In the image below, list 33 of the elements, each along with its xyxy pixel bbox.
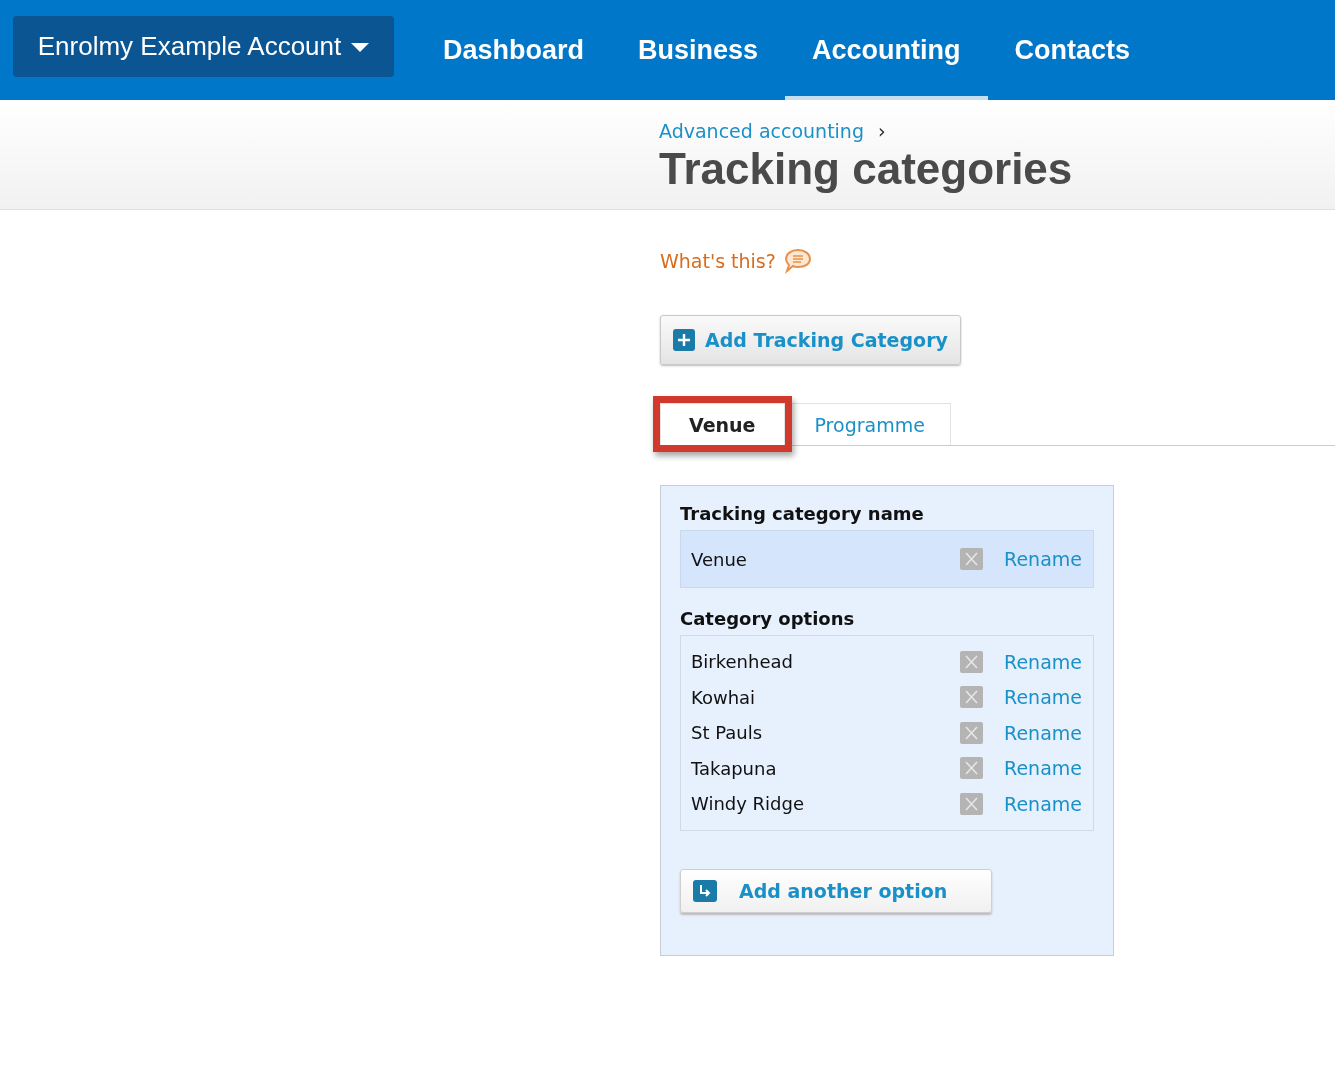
account-menu-button[interactable]: Enrolmy Example Account — [13, 16, 394, 77]
caret-icon — [351, 42, 370, 53]
rename-link[interactable]: Rename — [1004, 650, 1082, 673]
nav-tab[interactable]: Contacts — [987, 0, 1158, 100]
option-name: Windy Ridge — [691, 793, 806, 815]
nav-tab[interactable]: Dashboard — [416, 0, 612, 100]
option-name: Birkenhead — [691, 651, 794, 673]
delete-icon[interactable] — [960, 792, 984, 815]
option-name: Takapuna — [691, 757, 778, 779]
plus-icon — [673, 329, 695, 351]
nav-tab[interactable]: Business — [611, 0, 786, 100]
rename-link[interactable]: Rename — [1004, 757, 1082, 780]
delete-icon[interactable] — [960, 757, 984, 780]
delete-icon[interactable] — [960, 650, 984, 673]
section-heading: Tracking category name — [680, 503, 925, 524]
option-name: Kowhai — [691, 686, 757, 708]
breadcrumb-separator: › — [877, 120, 886, 142]
delete-icon[interactable] — [960, 686, 984, 709]
delete-icon[interactable] — [960, 721, 984, 744]
rename-link[interactable]: Rename — [1004, 792, 1082, 815]
breadcrumb-link[interactable]: Advanced accounting — [659, 120, 864, 142]
category-name: Venue — [691, 548, 748, 570]
section-heading: Category options — [680, 608, 856, 629]
add-tracking-category-button[interactable]: Add Tracking Category — [660, 315, 961, 365]
help-link[interactable]: What's this? — [660, 250, 776, 272]
rename-link[interactable]: Rename — [1004, 548, 1082, 570]
speech-bubble-icon — [783, 248, 812, 274]
delete-icon[interactable] — [960, 548, 984, 570]
option-name: St Pauls — [691, 722, 764, 744]
rename-link[interactable]: Rename — [1004, 686, 1082, 709]
page-title: Tracking categories — [659, 144, 1074, 194]
rename-link[interactable]: Rename — [1004, 721, 1082, 744]
add-another-option-button[interactable]: Add another option — [680, 868, 992, 913]
